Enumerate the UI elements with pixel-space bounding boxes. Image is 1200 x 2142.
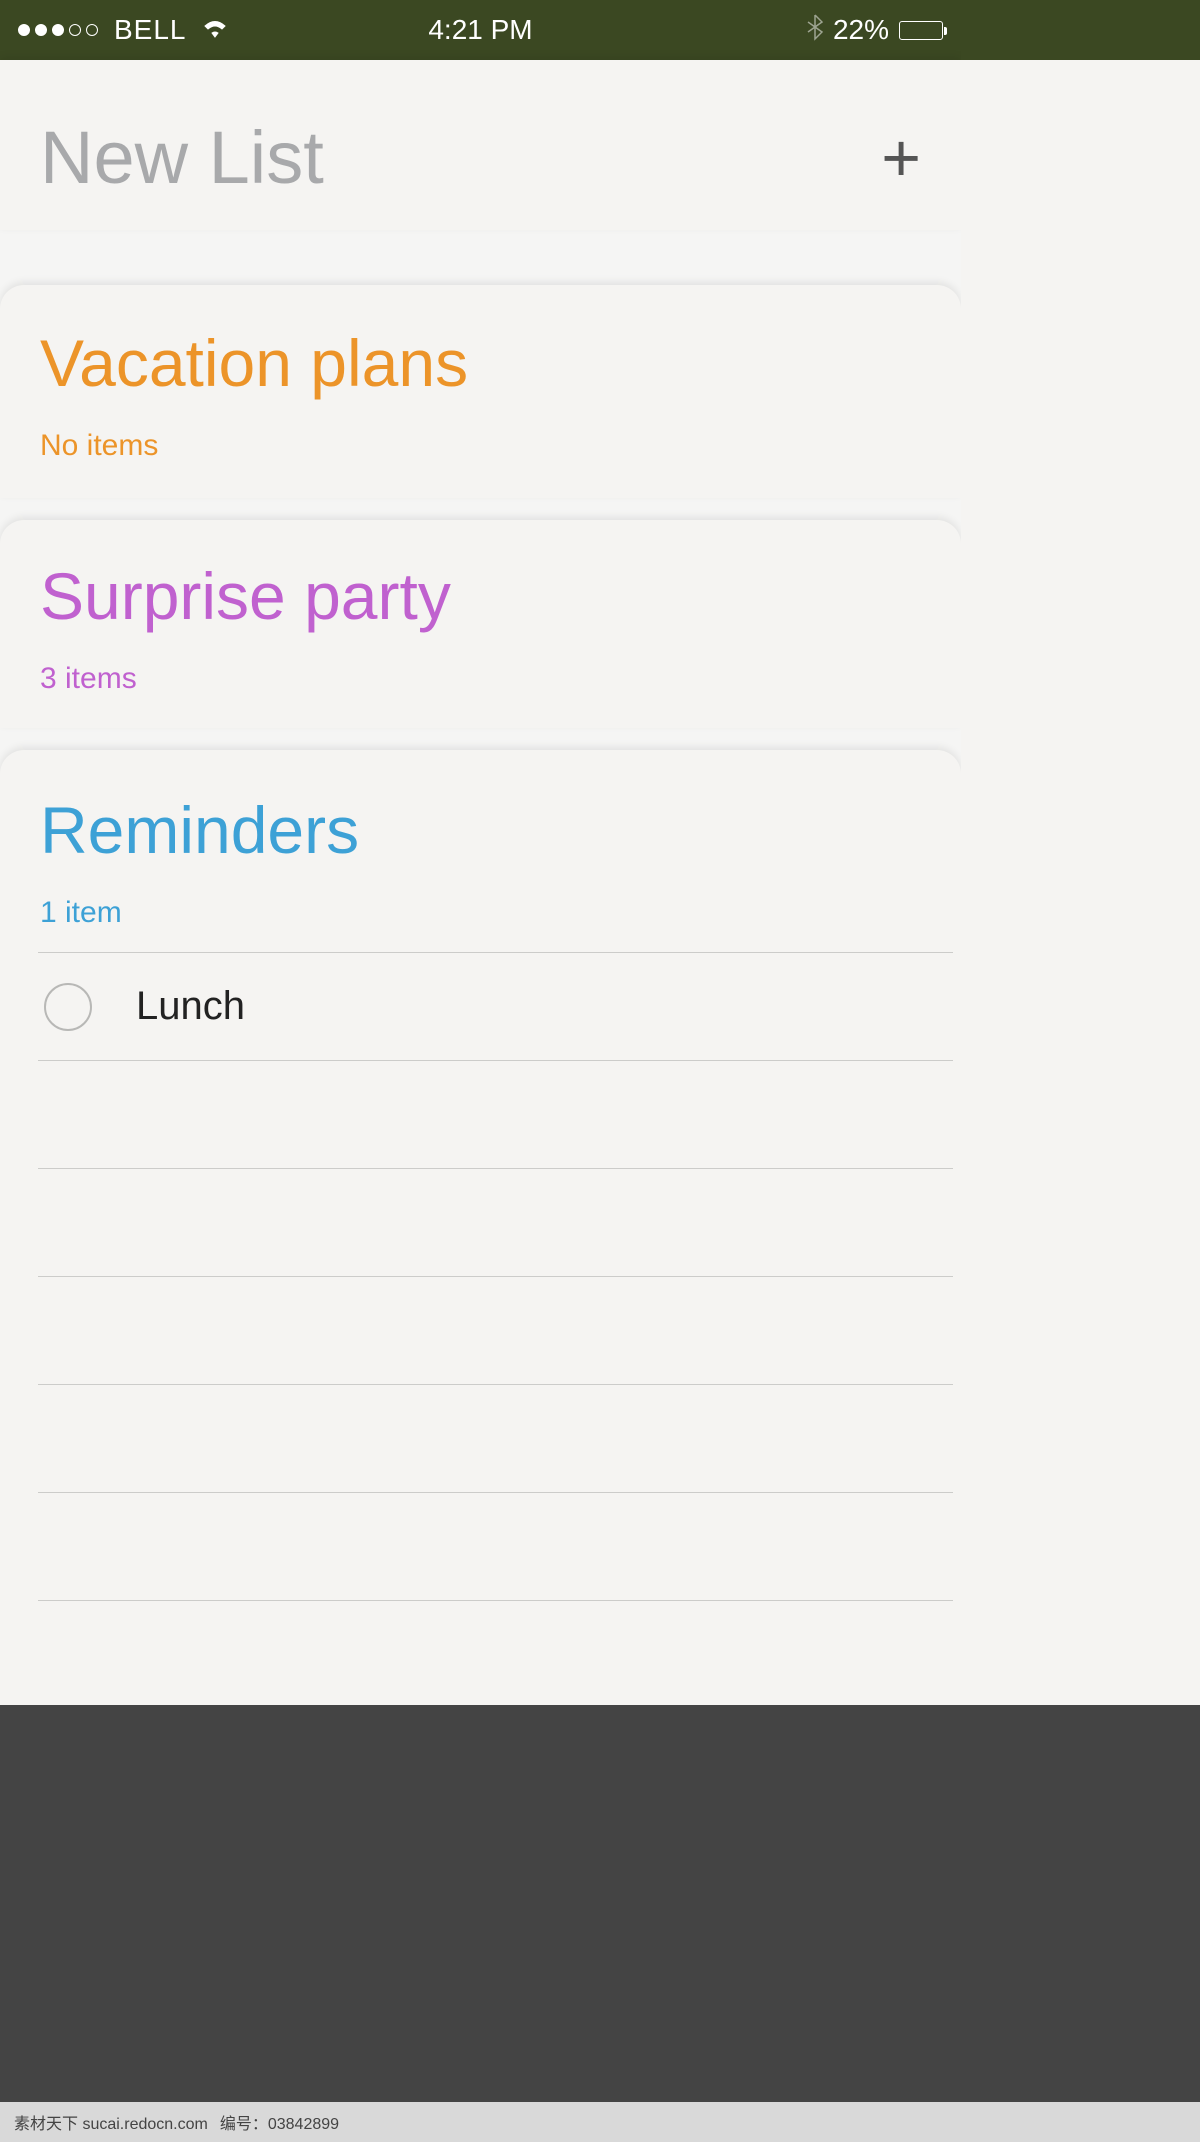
new-list-card[interactable]: New List + xyxy=(0,60,961,230)
phone-screen: BELL 4:21 PM 22% New List + Vacation pla… xyxy=(0,0,961,1705)
status-bar: BELL 4:21 PM 22% xyxy=(0,0,961,60)
add-icon[interactable]: + xyxy=(881,119,921,197)
footer-id: 编号：03842899 xyxy=(220,2110,339,2134)
status-time: 4:21 PM xyxy=(428,14,532,46)
bluetooth-icon xyxy=(807,13,823,48)
reminder-item[interactable]: Lunch xyxy=(38,952,953,1060)
signal-strength-icon xyxy=(18,24,98,36)
reminder-item-empty[interactable] xyxy=(38,1600,953,1708)
reminder-item-empty[interactable] xyxy=(38,1168,953,1276)
list-subtitle: 1 item xyxy=(40,896,921,930)
list-subtitle: No items xyxy=(40,429,921,463)
battery-percent: 22% xyxy=(833,14,889,46)
wifi-icon xyxy=(201,14,229,46)
content-area: New List + Vacation plans No items Surpr… xyxy=(0,60,961,1705)
footer-site: 素材天下 sucai.redocn.com xyxy=(14,2110,208,2134)
reminder-checkbox-icon[interactable] xyxy=(44,983,92,1031)
list-card-reminders[interactable]: Reminders 1 item Lunch xyxy=(0,750,961,1705)
list-title: Reminders xyxy=(40,792,921,868)
carrier-label: BELL xyxy=(114,14,187,46)
status-left: BELL xyxy=(18,14,229,46)
new-list-title: New List xyxy=(40,115,324,200)
list-title: Surprise party xyxy=(40,558,921,634)
reminder-item-empty[interactable] xyxy=(38,1060,953,1168)
right-panel xyxy=(961,0,1200,1705)
list-title: Vacation plans xyxy=(40,325,921,401)
list-card-vacation[interactable]: Vacation plans No items xyxy=(0,285,961,498)
reminder-item-empty[interactable] xyxy=(38,1492,953,1600)
list-subtitle: 3 items xyxy=(40,662,921,696)
footer-strip: 素材天下 sucai.redocn.com 编号：03842899 xyxy=(0,2102,1200,2142)
status-right: 22% xyxy=(807,13,943,48)
battery-icon xyxy=(899,21,943,40)
reminder-item-empty[interactable] xyxy=(38,1276,953,1384)
reminder-text: Lunch xyxy=(136,984,245,1029)
list-card-surprise[interactable]: Surprise party 3 items xyxy=(0,520,961,728)
background-fill xyxy=(0,1705,1200,2102)
reminder-item-empty[interactable] xyxy=(38,1384,953,1492)
